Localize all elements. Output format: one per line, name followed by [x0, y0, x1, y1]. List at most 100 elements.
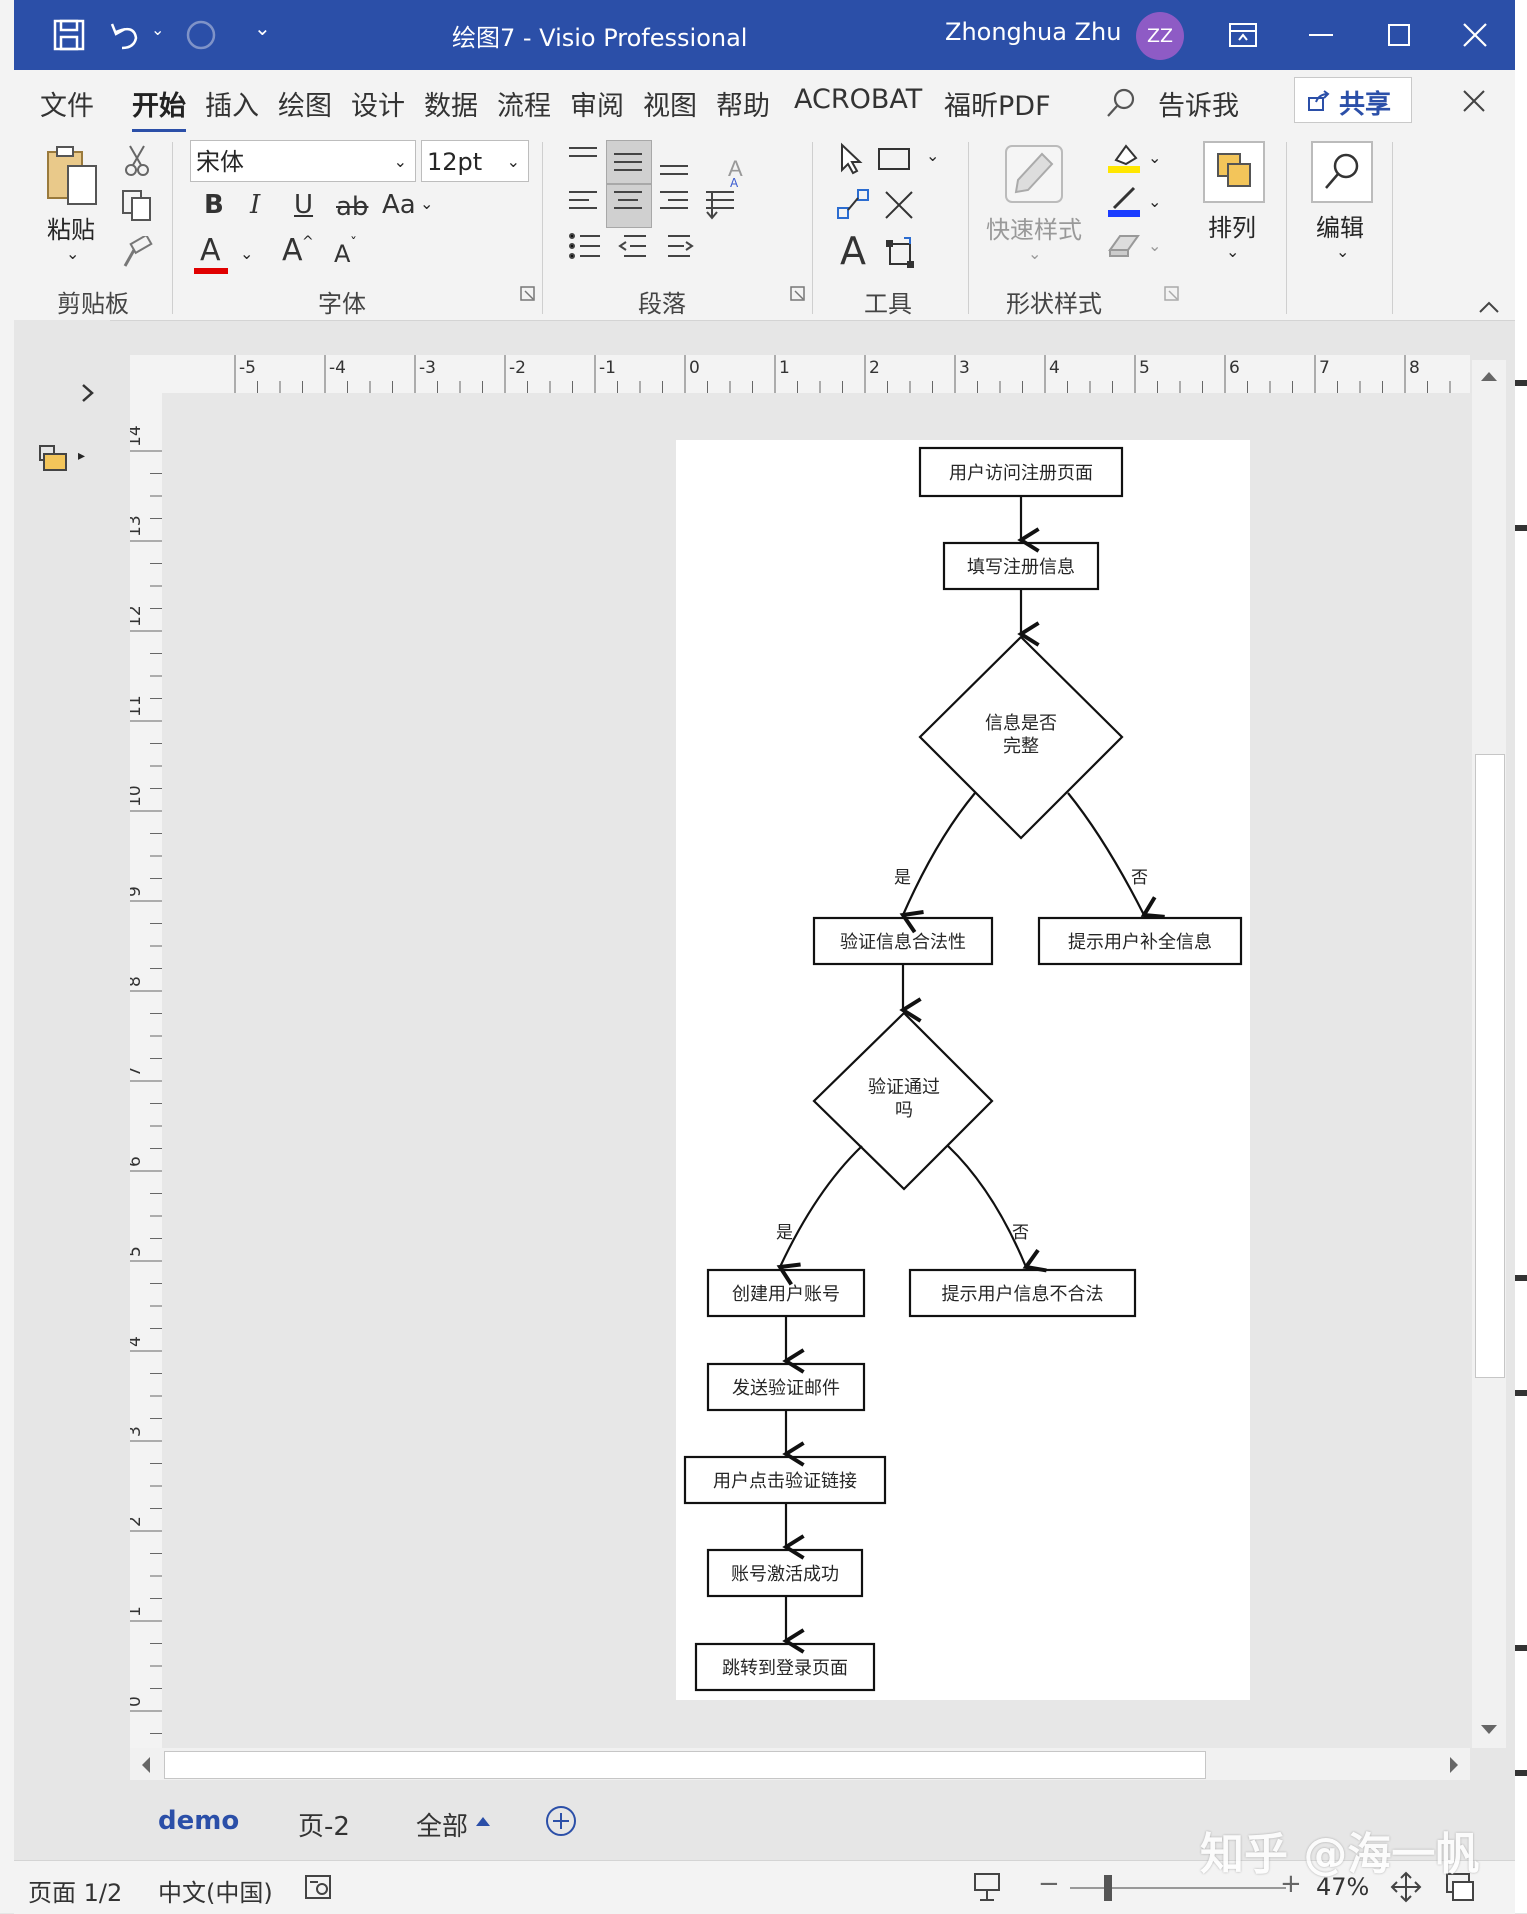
tab-file[interactable]: 文件 — [40, 84, 94, 123]
vertical-scrollbar[interactable] — [1472, 360, 1506, 1748]
page-number-status[interactable]: 页面 1/2 — [28, 1873, 122, 1908]
horizontal-scroll-thumb[interactable] — [164, 1751, 1206, 1779]
effects-icon[interactable] — [1106, 230, 1142, 260]
chevron-down-icon[interactable]: ⌄ — [1148, 236, 1161, 255]
font-family-select[interactable]: 宋体 ⌄ — [190, 140, 416, 182]
tab-insert[interactable]: 插入 — [205, 84, 259, 123]
tab-data[interactable]: 数据 — [424, 84, 478, 123]
tab-draw[interactable]: 绘图 — [278, 84, 332, 123]
chevron-down-icon[interactable]: ⌄ — [240, 244, 253, 263]
expand-pane-icon[interactable] — [78, 382, 98, 404]
chevron-down-icon[interactable]: ⌄ — [926, 146, 939, 165]
node-prompt-complete-label: 提示用户补全信息 — [1068, 932, 1212, 953]
dialog-launcher-icon[interactable] — [1164, 286, 1180, 302]
minimize-icon[interactable] — [1306, 22, 1336, 48]
fill-icon[interactable] — [1106, 140, 1142, 176]
edit-label[interactable]: 编辑 — [1316, 208, 1364, 243]
add-page-icon[interactable] — [544, 1804, 578, 1838]
sort-icon[interactable]: A — [730, 176, 738, 190]
vertical-scroll-thumb[interactable] — [1475, 754, 1505, 1378]
redo-icon[interactable] — [184, 18, 218, 52]
chevron-down-icon[interactable]: ⌄ — [1336, 242, 1349, 261]
scroll-left-icon[interactable] — [138, 1754, 154, 1776]
chevron-down-icon[interactable]: ⌄ — [420, 194, 433, 213]
ruler-tick-label: 7 — [130, 1066, 145, 1077]
zoom-slider-thumb[interactable] — [1104, 1875, 1112, 1901]
tab-help[interactable]: 帮助 — [716, 84, 770, 123]
tell-me-box[interactable]: 告诉我 — [1158, 84, 1239, 123]
chevron-down-icon[interactable]: ⌄ — [1028, 244, 1041, 263]
paste-icon[interactable] — [44, 144, 100, 208]
tab-acrobat[interactable]: ACROBAT — [794, 84, 922, 115]
user-avatar[interactable]: ZZ — [1136, 12, 1184, 60]
tab-design[interactable]: 设计 — [351, 84, 405, 123]
lightbulb-search-icon[interactable] — [1104, 86, 1138, 120]
flowchart — [683, 446, 1243, 1692]
scroll-right-icon[interactable] — [1446, 1754, 1462, 1776]
chevron-down-icon[interactable]: ⌄ — [1226, 242, 1239, 261]
scroll-up-icon[interactable] — [1478, 368, 1500, 384]
ribbon-display-options-icon[interactable] — [1228, 22, 1258, 48]
scroll-down-icon[interactable] — [1478, 1722, 1500, 1738]
play-arrow-icon[interactable]: ▸ — [78, 448, 85, 464]
horizontal-scrollbar[interactable] — [130, 1748, 1470, 1780]
underline-button[interactable]: U — [294, 192, 313, 218]
rectangle-tool-icon[interactable] — [876, 146, 912, 172]
tab-view[interactable]: 视图 — [643, 84, 697, 123]
presentation-mode-icon[interactable] — [972, 1871, 1002, 1903]
dialog-launcher-icon[interactable] — [520, 286, 536, 302]
strikethrough-button[interactable]: ab — [336, 194, 368, 220]
language-status[interactable]: 中文(中国) — [158, 1873, 273, 1908]
share-button[interactable]: 共享 — [1294, 77, 1412, 123]
page-tab-demo[interactable]: demo — [158, 1806, 239, 1836]
caret-up-icon[interactable] — [474, 1814, 492, 1828]
undo-dropdown-icon[interactable]: ⌄ — [151, 20, 164, 39]
arrange-icon[interactable] — [1202, 140, 1266, 204]
page-tab-2[interactable]: 页-2 — [298, 1806, 350, 1843]
zoom-out-icon[interactable]: − — [1038, 1869, 1060, 1899]
separator — [968, 142, 969, 314]
zoom-slider-track[interactable] — [1070, 1887, 1286, 1889]
format-painter-icon[interactable] — [120, 236, 154, 270]
chevron-down-icon[interactable]: ⌄ — [1148, 192, 1161, 211]
collapse-ribbon-icon[interactable] — [1478, 300, 1500, 314]
dialog-launcher-icon[interactable] — [790, 286, 806, 302]
undo-icon[interactable] — [108, 18, 142, 52]
chevron-down-icon[interactable]: ⌄ — [1148, 148, 1161, 167]
cut-icon[interactable] — [122, 144, 152, 178]
font-color-button[interactable]: A — [200, 236, 221, 266]
tab-foxit-pdf[interactable]: 福昕PDF — [944, 84, 1051, 123]
macro-record-icon[interactable] — [304, 1873, 334, 1901]
paste-dropdown-icon[interactable]: ⌄ — [66, 244, 79, 263]
tab-process[interactable]: 流程 — [497, 84, 551, 123]
italic-button[interactable]: I — [250, 192, 260, 218]
user-name[interactable]: Zhonghua Zhu — [945, 18, 1121, 46]
shrink-font-button[interactable]: A — [334, 242, 350, 266]
text-block-tool-icon[interactable] — [882, 236, 918, 272]
customize-toolbar-icon[interactable]: ⌄ — [254, 16, 271, 40]
close-ribbon-icon[interactable] — [1461, 88, 1487, 114]
connection-point-tool-icon[interactable] — [882, 188, 916, 222]
text-tool-button[interactable]: A — [840, 232, 866, 270]
tab-home[interactable]: 开始 — [132, 84, 186, 133]
copy-icon[interactable] — [120, 188, 154, 222]
paste-label[interactable]: 粘贴 — [47, 210, 95, 245]
quick-styles-icon[interactable] — [1002, 142, 1066, 206]
quick-styles-label[interactable]: 快速样式 — [986, 210, 1082, 245]
pointer-tool-icon[interactable] — [836, 142, 866, 176]
close-window-icon[interactable] — [1460, 20, 1490, 50]
grow-font-button[interactable]: A — [282, 236, 303, 266]
bold-button[interactable]: B — [204, 192, 224, 218]
page-tab-all[interactable]: 全部 — [416, 1806, 468, 1843]
shapes-icon[interactable] — [38, 442, 72, 474]
shape-styles-group-label: 形状样式 — [1006, 290, 1102, 318]
change-case-button[interactable]: Aa — [382, 192, 416, 218]
save-icon[interactable] — [52, 18, 86, 52]
line-icon[interactable] — [1106, 184, 1142, 220]
font-size-select[interactable]: 12pt ⌄ — [421, 140, 529, 182]
find-icon[interactable] — [1310, 140, 1374, 204]
tab-review[interactable]: 审阅 — [570, 84, 624, 123]
arrange-label[interactable]: 排列 — [1208, 208, 1256, 243]
maximize-icon[interactable] — [1384, 22, 1414, 48]
connector-tool-icon[interactable] — [836, 188, 870, 222]
